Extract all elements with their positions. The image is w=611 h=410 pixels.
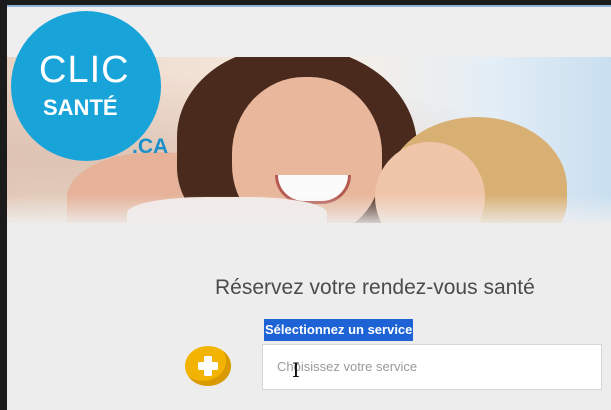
page-title: Réservez votre rendez-vous santé	[215, 276, 535, 299]
plus-icon-glyph	[198, 356, 218, 376]
text-cursor-icon: I	[292, 358, 300, 382]
logo-text-sante: SANTÉ	[43, 95, 118, 120]
plus-icon	[185, 346, 231, 386]
service-label: Sélectionnez un service	[264, 319, 414, 341]
logo-text-ca: .CA	[132, 135, 169, 158]
hero-fade	[7, 195, 611, 225]
logo-text-clic: CLIC	[39, 49, 130, 91]
service-select[interactable]: Choisissez votre service	[262, 344, 602, 390]
